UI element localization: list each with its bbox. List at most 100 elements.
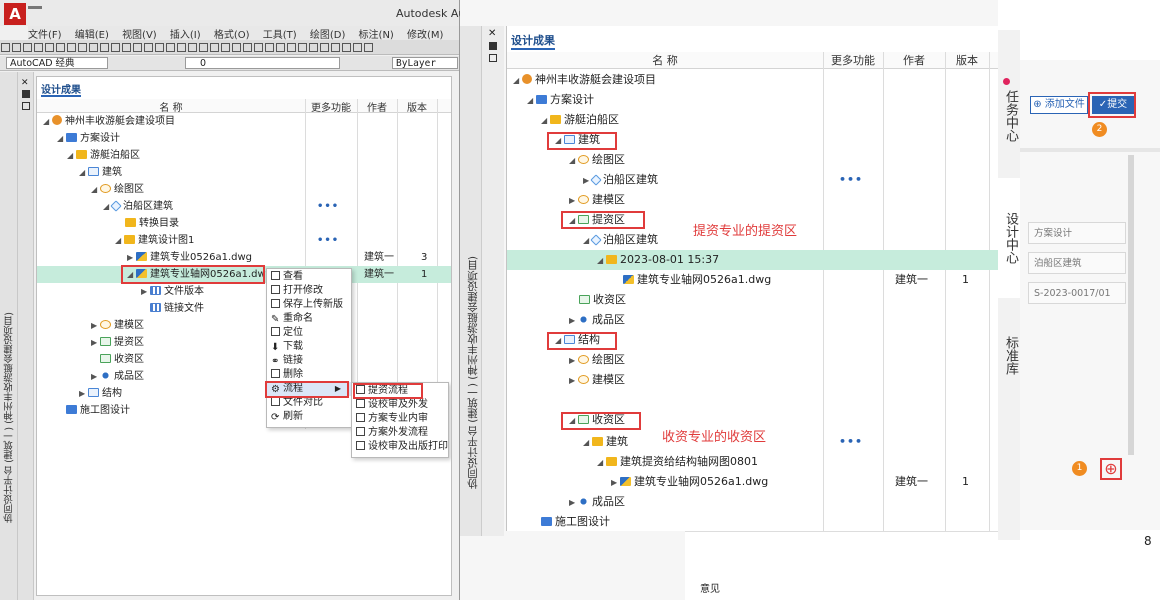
close-icon[interactable]: ✕	[21, 78, 29, 88]
field-code[interactable]: S-2023-0017/01	[1028, 282, 1126, 304]
tree-node[interactable]: ◢ 游艇泊船区	[67, 147, 140, 164]
properties-icon[interactable]	[489, 54, 497, 62]
add-plus-icon[interactable]: ⊕	[1100, 458, 1122, 480]
toolbar-icon[interactable]	[144, 43, 153, 52]
toolbar-icon[interactable]	[199, 43, 208, 52]
toolbar-icon[interactable]	[265, 43, 274, 52]
palette-handle[interactable]: ✕	[482, 26, 504, 536]
toolbar-icon[interactable]	[221, 43, 230, 52]
toolbar-icon[interactable]	[1, 43, 10, 52]
menu-item-save[interactable]: 保存上传新版	[267, 298, 343, 312]
toolbar-icon[interactable]	[320, 43, 329, 52]
tree-node[interactable]: 链接文件	[150, 300, 204, 317]
more-actions-icon[interactable]: •••	[839, 170, 863, 190]
toolbar-icon[interactable]	[177, 43, 186, 52]
tree-node[interactable]: ▶ 建模区	[569, 370, 625, 390]
selected-row[interactable]	[507, 250, 1020, 270]
toolbar-icon[interactable]	[276, 43, 285, 52]
menu-item-compare[interactable]: 文件对比	[267, 396, 323, 410]
toolbar-icon[interactable]	[56, 43, 65, 52]
toolbar-icon[interactable]	[12, 43, 21, 52]
tree-node[interactable]: ▶ 提资区	[91, 334, 144, 351]
tree-node[interactable]: 建筑专业轴网0526a1.dwg	[623, 270, 771, 290]
tree-node[interactable]: ▶ 建筑专业轴网0526a1.dwg	[611, 472, 768, 492]
tree-node[interactable]: ▶ 建筑专业0526a1.dwg	[127, 249, 252, 266]
tab-design-results[interactable]: 设计成果	[41, 81, 81, 97]
tree-node[interactable]: ▶ 结构	[79, 385, 122, 402]
scrollbar[interactable]	[1128, 155, 1134, 455]
tree-node[interactable]: 施工图设计	[541, 512, 610, 531]
toolbar-icon[interactable]	[309, 43, 318, 52]
add-file-button[interactable]: ⊕ 添加文件	[1030, 96, 1088, 114]
tree-node[interactable]: 收资区	[579, 290, 626, 310]
tree-node[interactable]: ▶ 成品区	[569, 492, 625, 512]
toolbar-icon[interactable]	[78, 43, 87, 52]
tab-task-center[interactable]: 任务中心	[1001, 90, 1020, 142]
menu-item-delete[interactable]: 删除	[267, 368, 303, 382]
pin-icon[interactable]	[22, 90, 30, 98]
toolbar-icon[interactable]	[89, 43, 98, 52]
tree-node[interactable]: ◢ 绘图区	[569, 150, 625, 170]
toolbar-icon[interactable]	[188, 43, 197, 52]
tree-node[interactable]: ◢ 绘图区	[91, 181, 144, 198]
tree-node[interactable]: ◢ 方案设计	[57, 130, 120, 147]
menu-item-download[interactable]: ⬇ 下载	[267, 340, 303, 354]
linetype-select[interactable]: ByLayer	[392, 57, 458, 69]
toolbar-icon[interactable]	[342, 43, 351, 52]
tree-node[interactable]: ◢ 建筑设计图1	[115, 232, 194, 249]
toolbar-icon[interactable]	[34, 43, 43, 52]
toolbar-icon[interactable]	[133, 43, 142, 52]
tree-node[interactable]: ◢ 泊船区建筑	[103, 198, 173, 215]
tree-node[interactable]: 施工图设计	[57, 402, 130, 419]
layer-select[interactable]: 0	[185, 57, 340, 69]
field-stage[interactable]: 方案设计	[1028, 222, 1126, 244]
tree-node[interactable]: 收资区	[100, 351, 144, 368]
more-actions-icon[interactable]: •••	[317, 232, 339, 249]
menu-item-link[interactable]: ⚭ 链接	[267, 354, 303, 368]
menu-item-refresh[interactable]: ⟳ 刷新	[267, 410, 303, 424]
submenu-item-external-flow[interactable]: 方案外发流程	[352, 426, 428, 440]
menu-item-rename[interactable]: ✎ 重命名	[267, 312, 313, 326]
tree-node[interactable]: ▶ 建模区	[91, 317, 144, 334]
toolbar-icon[interactable]	[364, 43, 373, 52]
pin-icon[interactable]	[489, 42, 497, 50]
toolbar-icon[interactable]	[254, 43, 263, 52]
menu-item-open[interactable]: 打开修改	[267, 284, 323, 298]
tree-node[interactable]: ◢ 泊船区建筑	[583, 230, 658, 250]
palette-handle[interactable]: ✕	[18, 72, 34, 600]
toolbar-icon[interactable]	[243, 43, 252, 52]
tree-node[interactable]: ◢ 建筑	[79, 164, 122, 181]
toolbar-icon[interactable]	[45, 43, 54, 52]
toolbar-icon[interactable]	[232, 43, 241, 52]
tree-node[interactable]: ◢ 神州丰收游艇会建设项目	[43, 113, 175, 130]
submenu-item-internal-review[interactable]: 方案专业内审	[352, 412, 428, 426]
toolbar-icon[interactable]	[100, 43, 109, 52]
close-icon[interactable]: ✕	[488, 28, 496, 39]
toolbar-icon[interactable]	[155, 43, 164, 52]
toolbar-icon[interactable]	[210, 43, 219, 52]
toolbar-icon[interactable]	[298, 43, 307, 52]
tree-node[interactable]: ▶ 建模区	[569, 190, 625, 210]
dropdown-arrow-icon[interactable]	[28, 6, 42, 12]
submenu-item-review-send[interactable]: 设校审及外发	[352, 398, 428, 412]
workspace-select[interactable]: AutoCAD 经典	[6, 57, 108, 69]
tree-node[interactable]: ◢ 建筑提资给结构轴网图0801	[597, 452, 758, 472]
toolbar-icon[interactable]	[166, 43, 175, 52]
more-actions-icon[interactable]: •••	[317, 198, 339, 215]
tree-node[interactable]: ◢ 方案设计	[527, 90, 594, 110]
toolbar-icon[interactable]	[111, 43, 120, 52]
submenu-item-print[interactable]: 设校审及出版打印	[352, 440, 448, 454]
properties-icon[interactable]	[22, 102, 30, 110]
toolbar-icon[interactable]	[331, 43, 340, 52]
tree-node-selected[interactable]: ◢ 2023-08-01 15:37	[597, 250, 719, 270]
tree-node[interactable]: ▶ 成品区	[569, 310, 625, 330]
tree-node[interactable]: ◢ 游艇泊船区	[541, 110, 619, 130]
tab-design-center[interactable]: 设计中心	[1001, 212, 1020, 264]
toolbar-icon[interactable]	[23, 43, 32, 52]
toolbar-icon[interactable]	[287, 43, 296, 52]
tree-node[interactable]: ▶ 泊船区建筑	[583, 170, 658, 190]
menu-item-locate[interactable]: 定位	[267, 326, 303, 340]
toolbar-icon[interactable]	[353, 43, 362, 52]
field-model[interactable]: 泊船区建筑	[1028, 252, 1126, 274]
tree-node[interactable]: ▶ 绘图区	[569, 350, 625, 370]
